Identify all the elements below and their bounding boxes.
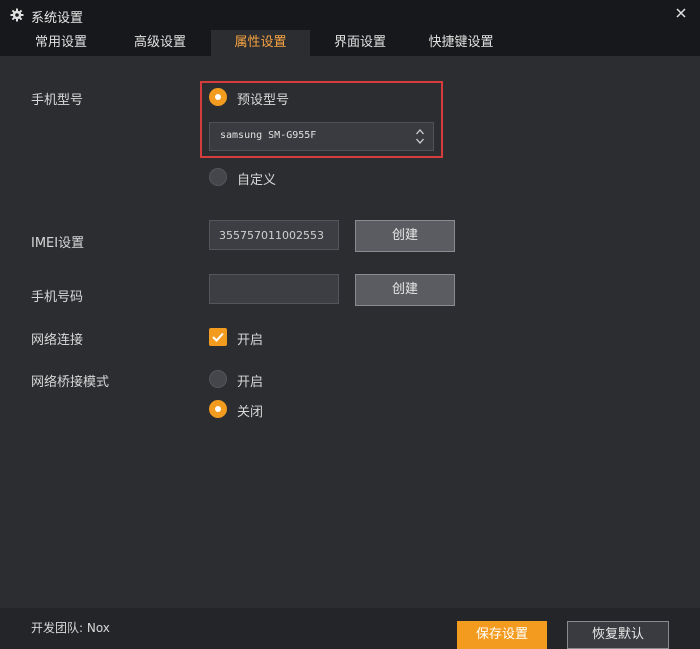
tab-bar: 常用设置 高级设置 属性设置 界面设置 快捷键设置 <box>0 30 700 56</box>
window-title: 系统设置 <box>31 11 84 26</box>
model-select-value: samsung SM-G955F <box>220 130 317 141</box>
bridge-mode-label: 网络桥接模式 <box>31 375 110 390</box>
model-select[interactable]: samsung SM-G955F <box>209 122 434 151</box>
phone-model-label: 手机型号 <box>31 93 84 108</box>
title-bar: 系统设置 <box>0 0 700 30</box>
checkmark-icon <box>212 332 224 342</box>
close-icon[interactable] <box>676 8 686 18</box>
tab-common-settings[interactable]: 常用设置 <box>21 30 101 56</box>
bridge-off-radio[interactable] <box>209 400 227 418</box>
network-on-label: 开启 <box>237 333 264 348</box>
custom-model-label: 自定义 <box>237 173 277 188</box>
tab-property-settings[interactable]: 属性设置 <box>211 30 310 56</box>
imei-create-button[interactable]: 创建 <box>355 220 455 252</box>
custom-model-radio[interactable] <box>209 168 227 186</box>
gear-icon <box>10 8 24 22</box>
phone-number-create-button[interactable]: 创建 <box>355 274 455 306</box>
tab-interface-settings[interactable]: 界面设置 <box>320 30 400 56</box>
bridge-off-label: 关闭 <box>237 405 264 420</box>
restore-defaults-button[interactable]: 恢复默认 <box>567 621 669 649</box>
network-label: 网络连接 <box>31 333 84 348</box>
phone-number-label: 手机号码 <box>31 290 84 305</box>
updown-arrow-icon <box>416 129 424 144</box>
save-settings-button[interactable]: 保存设置 <box>457 621 547 649</box>
imei-label: IMEI设置 <box>31 236 85 251</box>
tab-shortcut-settings[interactable]: 快捷键设置 <box>421 30 501 56</box>
bridge-on-label: 开启 <box>237 375 264 390</box>
preset-model-radio[interactable] <box>209 88 227 106</box>
tab-advanced-settings[interactable]: 高级设置 <box>120 30 200 56</box>
bridge-on-radio[interactable] <box>209 370 227 388</box>
network-checkbox[interactable] <box>209 328 227 346</box>
preset-model-label: 预设型号 <box>237 93 290 108</box>
dev-team-text: 开发团队: Nox <box>31 621 110 635</box>
phone-number-input[interactable] <box>209 274 339 304</box>
imei-input[interactable]: 355757011002553 <box>209 220 339 250</box>
